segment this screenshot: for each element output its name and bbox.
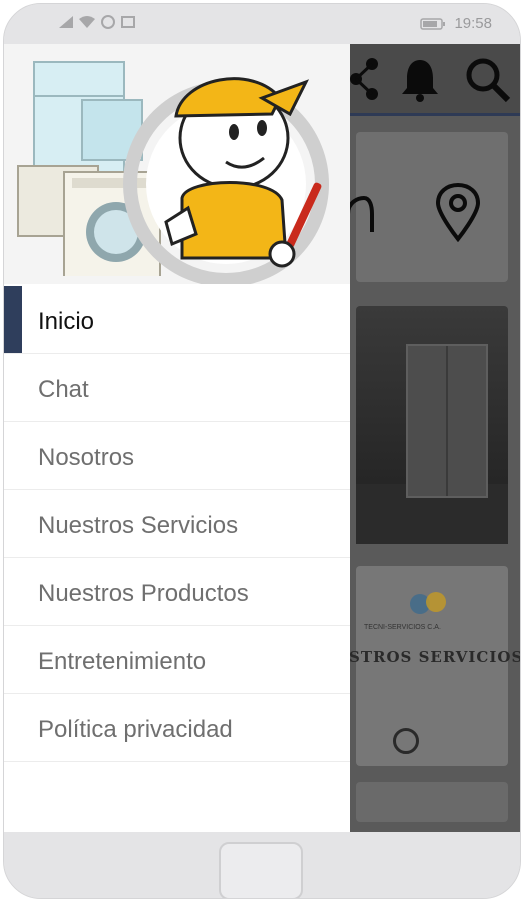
- services-card-title: STROS SERVICIOS: [349, 648, 520, 666]
- battery-icon: [420, 17, 446, 30]
- status-bar: 19:58: [4, 4, 520, 44]
- menu-item-nuestros-servicios[interactable]: Nuestros Servicios: [4, 490, 350, 558]
- menu-item-chat[interactable]: Chat: [4, 354, 350, 422]
- menu-item-label: Nuestros Servicios: [38, 512, 239, 539]
- status-time: 19:58: [454, 15, 492, 32]
- menu-item-nosotros[interactable]: Nosotros: [4, 422, 350, 490]
- menu-item-label: Política privacidad: [38, 716, 233, 743]
- services-logo-text: TECNI-SERVICIOS C.A.: [364, 624, 441, 631]
- app-screen: TECNI-SERVICIOS C.A. STROS SERVICIOS Ini…: [4, 44, 520, 832]
- whatsapp-icon: [101, 15, 115, 29]
- search-icon[interactable]: [464, 56, 512, 104]
- card-bottom[interactable]: [356, 782, 508, 822]
- menu-item-inicio[interactable]: Inicio: [4, 286, 350, 354]
- menu-item-label: Nosotros: [38, 444, 135, 471]
- menu-item-label: Nuestros Productos: [38, 580, 249, 607]
- home-button[interactable]: [219, 842, 303, 898]
- share-icon[interactable]: [350, 56, 380, 102]
- menu-item-label: Chat: [38, 376, 89, 403]
- mascot-technician-illustration: [123, 77, 329, 284]
- menu-item-politica-privacidad[interactable]: Política privacidad: [4, 694, 350, 762]
- menu-item-label: Inicio: [38, 308, 95, 335]
- system-nav-bar: [4, 832, 520, 898]
- bell-icon[interactable]: [400, 58, 440, 102]
- drawer-menu: Inicio Chat Nosotros Nuestros Servicios …: [4, 286, 350, 762]
- power-icon[interactable]: [393, 728, 419, 754]
- menu-item-nuestros-productos[interactable]: Nuestros Productos: [4, 558, 350, 626]
- services-logo-icon: [410, 592, 446, 614]
- location-pin-icon[interactable]: [434, 182, 482, 242]
- refrigerator-image: [406, 344, 488, 498]
- signal-icon: [59, 16, 73, 28]
- image-icon: [121, 16, 135, 28]
- wifi-icon: [79, 16, 95, 28]
- feature-card[interactable]: [356, 132, 508, 282]
- phone-frame: 19:58 TECNI-SERVICIOS C.A. STROS SERVICI…: [3, 3, 521, 899]
- navigation-drawer: Inicio Chat Nosotros Nuestros Servicios …: [4, 44, 350, 832]
- drawer-header-image: [4, 44, 350, 284]
- menu-item-label: Entretenimiento: [38, 648, 207, 675]
- menu-item-entretenimiento[interactable]: Entretenimiento: [4, 626, 350, 694]
